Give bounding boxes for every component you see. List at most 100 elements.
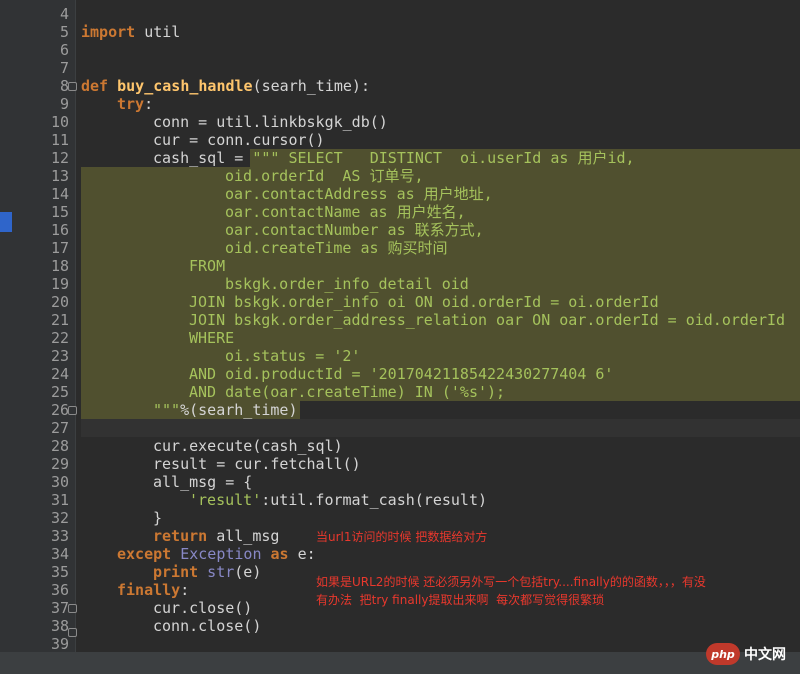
code-line-12[interactable]: cash_sql = """ SELECT DISTINCT oi.userId… xyxy=(153,149,635,167)
line-number: 31 xyxy=(50,491,69,509)
keyword: as xyxy=(261,545,289,563)
line-number: 27 xyxy=(50,419,69,437)
code-line-28[interactable]: cur.execute(cash_sql) xyxy=(153,437,343,455)
annotation-note-2-line-2: 有办法 把try finally提取出来啊 每次都写觉得很繁琐 xyxy=(316,593,605,607)
line-number: 7 xyxy=(59,59,69,77)
code-line-18[interactable]: FROM xyxy=(189,257,225,275)
code-text: all_msg xyxy=(207,527,280,545)
code-line-22[interactable]: WHERE xyxy=(189,329,234,347)
line-number: 10 xyxy=(50,113,69,131)
line-number: 4 xyxy=(59,5,69,23)
line-number: 17 xyxy=(50,239,69,257)
code-line-11[interactable]: cur = conn.cursor() xyxy=(153,131,325,149)
code-line-36[interactable]: finally: xyxy=(117,581,189,599)
line-number: 26 xyxy=(50,401,69,419)
line-number: 24 xyxy=(50,365,69,383)
code-line-20[interactable]: JOIN bskgk.order_info oi ON oid.orderId … xyxy=(189,293,659,311)
code-line-32[interactable]: } xyxy=(153,509,162,527)
keyword: try xyxy=(117,95,145,113)
line-number: 30 xyxy=(50,473,69,491)
code-line-13[interactable]: oid.orderId AS 订单号, xyxy=(225,167,424,185)
line-number: 13 xyxy=(50,167,69,185)
code-line-8[interactable]: def buy_cash_handle(searh_time): xyxy=(81,77,370,95)
annotation-note-1: 当url1访问的时候 把数据给对方 xyxy=(316,530,488,544)
code-text: (searh_time): xyxy=(252,77,370,95)
code-text: :util.format_cash(result) xyxy=(261,491,488,509)
line-number: 6 xyxy=(59,41,69,59)
code-text: : xyxy=(180,581,190,599)
php-logo-icon: php xyxy=(706,643,740,665)
watermark-logo: php 中文网 xyxy=(706,640,786,668)
code-text: (e) xyxy=(234,563,262,581)
code-line-30[interactable]: all_msg = { xyxy=(153,473,252,491)
line-number: 25 xyxy=(50,383,69,401)
code-line-26[interactable]: """%(searh_time) xyxy=(153,401,298,419)
string-literal: """ xyxy=(153,401,181,419)
code-line-10[interactable]: conn = util.linkbskgk_db() xyxy=(153,113,388,131)
line-number: 28 xyxy=(50,437,69,455)
line-number: 11 xyxy=(50,131,69,149)
code-line-24[interactable]: AND oid.productId = '2017042118542243027… xyxy=(189,365,613,383)
function-name: buy_cash_handle xyxy=(117,77,253,95)
code-line-16[interactable]: oar.contactNumber as 联系方式, xyxy=(225,221,484,239)
code-line-9[interactable]: try: xyxy=(117,95,153,113)
code-text: cash_sql = xyxy=(153,149,253,167)
code-line-37[interactable]: cur.close() xyxy=(153,599,252,617)
code-line-14[interactable]: oar.contactAddress as 用户地址, xyxy=(225,185,493,203)
code-line-23[interactable]: oi.status = '2' xyxy=(225,347,360,365)
line-number: 29 xyxy=(50,455,69,473)
string-literal: """ SELECT DISTINCT oi.userId as 用户id, xyxy=(252,149,635,167)
code-line-33[interactable]: return all_msg xyxy=(153,527,279,545)
code-line-34[interactable]: except Exception as e: xyxy=(117,545,316,563)
code-line-19[interactable]: bskgk.order_info_detail oid xyxy=(225,275,469,293)
code-line-15[interactable]: oar.contactName as 用户姓名, xyxy=(225,203,466,221)
line-number: 33 xyxy=(50,527,69,545)
line-number: 16 xyxy=(50,221,69,239)
code-line-38[interactable]: conn.close() xyxy=(153,617,261,635)
line-number: 35 xyxy=(50,563,69,581)
line-number: 32 xyxy=(50,509,69,527)
left-tool-strip xyxy=(0,0,12,674)
builtin: str xyxy=(198,563,235,581)
code-editor[interactable]: 4 5 6 7 8 9 10 11 12 13 14 15 16 17 18 1… xyxy=(0,0,800,674)
line-number: 19 xyxy=(50,275,69,293)
keyword: import xyxy=(81,23,136,41)
builtin: Exception xyxy=(171,545,262,563)
fold-toggle-icon[interactable] xyxy=(68,604,77,613)
code-line-17[interactable]: oid.createTime as 购买时间 xyxy=(225,239,448,257)
line-number: 14 xyxy=(50,185,69,203)
current-line-highlight xyxy=(81,419,800,437)
code-text: e: xyxy=(288,545,316,563)
line-number: 38 xyxy=(50,617,69,635)
code-line-25[interactable]: AND date(oar.createTime) IN ('%s'); xyxy=(189,383,505,401)
keyword: print xyxy=(153,563,199,581)
line-number: 9 xyxy=(59,95,69,113)
horizontal-scrollbar[interactable] xyxy=(0,652,800,674)
keyword: def xyxy=(81,77,109,95)
line-number: 23 xyxy=(50,347,69,365)
line-number: 37 xyxy=(50,599,69,617)
code-text: util xyxy=(135,23,181,41)
code-line-31[interactable]: 'result':util.format_cash(result) xyxy=(189,491,487,509)
line-number: 39 xyxy=(50,635,69,653)
line-number: 12 xyxy=(50,149,69,167)
fold-toggle-icon[interactable] xyxy=(68,82,77,91)
line-number: 22 xyxy=(50,329,69,347)
code-line-5[interactable]: import util xyxy=(81,23,180,41)
code-text: : xyxy=(144,95,154,113)
code-line-35[interactable]: print str(e) xyxy=(153,563,261,581)
line-number: 34 xyxy=(50,545,69,563)
keyword: finally xyxy=(117,581,181,599)
code-text: %(searh_time) xyxy=(180,401,298,419)
line-number: 20 xyxy=(50,293,69,311)
line-number: 8 xyxy=(59,77,69,95)
line-number: 15 xyxy=(50,203,69,221)
line-number: 36 xyxy=(50,581,69,599)
fold-toggle-icon[interactable] xyxy=(68,406,77,415)
code-line-21[interactable]: JOIN bskgk.order_address_relation oar ON… xyxy=(189,311,785,329)
fold-toggle-icon[interactable] xyxy=(68,628,77,637)
line-number: 18 xyxy=(50,257,69,275)
line-number: 21 xyxy=(50,311,69,329)
annotation-note-2-line-1: 如果是URL2的时候 还必须另外写一个包括try....finally的的函数，… xyxy=(316,575,706,589)
code-line-29[interactable]: result = cur.fetchall() xyxy=(153,455,361,473)
